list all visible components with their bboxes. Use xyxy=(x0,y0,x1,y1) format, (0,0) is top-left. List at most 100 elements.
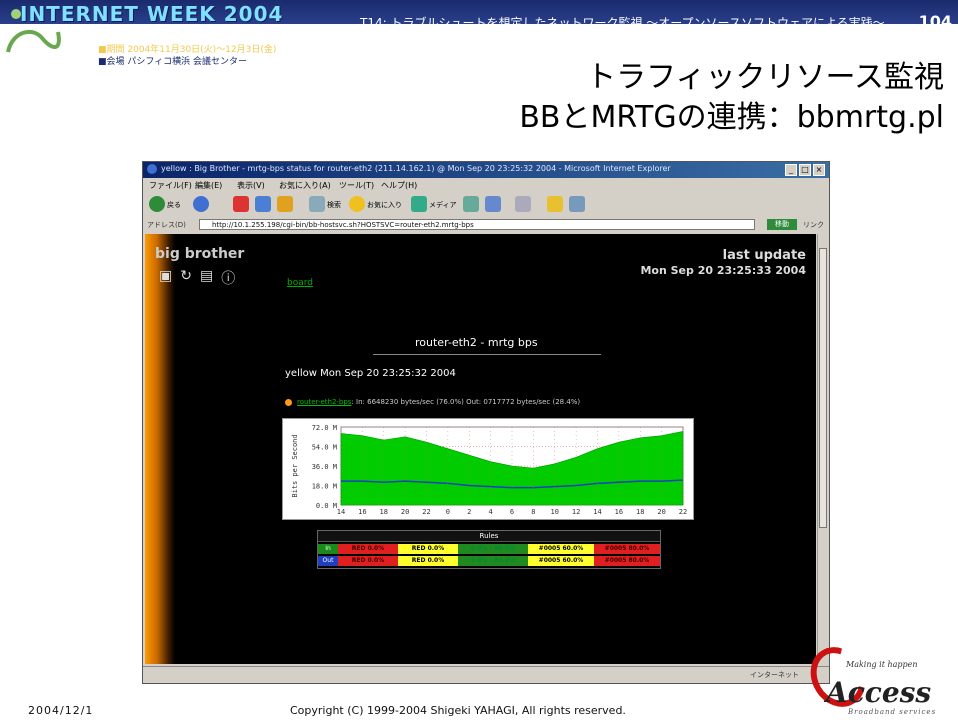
x-tick-label: 0 xyxy=(446,508,450,516)
bb-report-icon[interactable]: ▤ xyxy=(200,268,213,288)
bb-info-icon[interactable]: ⓘ xyxy=(221,268,235,288)
menu-favorites[interactable]: お気に入り(A) xyxy=(279,180,331,191)
window-titlebar[interactable]: yellow : Big Brother - mrtg-bps status f… xyxy=(143,162,829,178)
service-line: router-eth2-bps: In: 6648230 bytes/sec (… xyxy=(297,398,580,406)
rules-cell: RED 0.0% xyxy=(398,556,458,566)
bb-logo: big brother xyxy=(155,246,245,262)
folder-icon[interactable] xyxy=(547,196,563,212)
ie-icon xyxy=(147,164,157,174)
menu-file[interactable]: ファイル(F) xyxy=(149,180,192,191)
bb-gradient-bar xyxy=(145,234,175,664)
minimize-button[interactable]: _ xyxy=(785,164,797,176)
close-button[interactable]: × xyxy=(813,164,825,176)
rules-cell: #0005 60.0% xyxy=(528,556,594,566)
status-line: yellow Mon Sep 20 23:25:32 2004 xyxy=(285,368,456,379)
menu-bar: ファイル(F) 編集(E) 表示(V) お気に入り(A) ツール(T) ヘルプ(… xyxy=(143,178,829,192)
mrtg-graph-svg: 0.0 M18.0 M36.0 M54.0 M72.0 M14 16 18 20 22 0… xyxy=(291,424,687,516)
footer-date: 2004/12/1 xyxy=(28,704,94,717)
go-button[interactable]: 移動 xyxy=(767,219,797,230)
favorites-icon[interactable] xyxy=(349,196,365,212)
bb-home-icon[interactable]: ▣ xyxy=(159,268,172,288)
heading-rule xyxy=(373,354,601,355)
rules-table: Rules In RED 0.0% RED 0.0% 0.0% - 80.0% … xyxy=(317,530,661,569)
status-bar: インターネット xyxy=(143,666,829,683)
event-venue: ■会場 パシフィコ横浜 会議センター xyxy=(98,57,248,67)
browser-window: yellow : Big Brother - mrtg-bps status f… xyxy=(142,161,830,684)
rules-cell: #0005 60.0% xyxy=(528,544,594,554)
x-tick-label: 6 xyxy=(510,508,514,516)
slide-header: INTERNET WEEK 2004 ■期間 2004年11月30日(火)〜12… xyxy=(0,0,958,67)
status-zone: インターネット xyxy=(750,671,799,679)
favorites-label: お気に入り xyxy=(367,201,402,209)
back-button[interactable] xyxy=(149,196,165,212)
rules-row-out: Out RED 0.0% RED 0.0% 0.0% - 80.0% #0005… xyxy=(318,556,660,566)
x-tick-label: 14 xyxy=(593,508,601,516)
media-icon[interactable] xyxy=(411,196,427,212)
brand-name: Access xyxy=(826,676,932,709)
x-tick-label: 18 xyxy=(636,508,644,516)
last-update-label: last update xyxy=(722,248,806,263)
x-tick-label: 16 xyxy=(358,508,366,516)
forward-button[interactable] xyxy=(193,196,209,212)
y-tick-label: 0.0 M xyxy=(316,502,337,510)
y-tick-label: 18.0 M xyxy=(312,483,337,491)
back-label: 戻る xyxy=(167,201,181,209)
slide-title: トラフィックリソース監視 xyxy=(586,60,944,95)
x-tick-label: 8 xyxy=(531,508,535,516)
menu-help[interactable]: ヘルプ(H) xyxy=(381,180,417,191)
toolbar: 戻る 検索 お気に入り メディア xyxy=(143,192,829,218)
x-tick-label: 10 xyxy=(551,508,559,516)
x-tick-label: 20 xyxy=(657,508,665,516)
rules-cell: 0.0% - 80.0% xyxy=(458,544,528,554)
scroll-thumb[interactable] xyxy=(819,248,827,528)
search-label: 検索 xyxy=(327,201,341,209)
board-link[interactable]: board xyxy=(287,278,313,288)
page-number: 104 xyxy=(918,12,952,31)
slide-subtitle: BBとMRTGの連携：bbmrtg.pl xyxy=(519,100,944,135)
print-icon[interactable] xyxy=(515,196,531,212)
bb-nav-icons: ▣ ↻ ▤ ⓘ xyxy=(159,268,235,288)
rules-row-label: Out xyxy=(318,556,338,566)
footer-copyright: Copyright (C) 1999-2004 Shigeki YAHAGI, … xyxy=(290,704,626,717)
x-tick-label: 22 xyxy=(679,508,687,516)
history-icon[interactable] xyxy=(463,196,479,212)
address-bar: アドレス(D) http://10.1.255.198/cgi-bin/bb-h… xyxy=(143,218,829,232)
event-logo: INTERNET WEEK 2004 ■期間 2004年11月30日(火)〜12… xyxy=(2,2,352,67)
session-title: T14: トラブルシュートを想定したネットワーク監視 〜オープンソースソフトウェ… xyxy=(360,16,885,30)
bb-refresh-icon[interactable]: ↻ xyxy=(180,268,192,288)
x-tick-label: 2 xyxy=(467,508,471,516)
last-update-time: Mon Sep 20 23:25:33 2004 xyxy=(640,264,806,277)
page-heading: router-eth2 - mrtg bps xyxy=(415,336,538,349)
mail-icon[interactable] xyxy=(485,196,501,212)
address-input[interactable]: http://10.1.255.198/cgi-bin/bb-hostsvc.s… xyxy=(199,219,755,230)
status-dot-icon xyxy=(285,399,292,406)
service-text: : In: 6648230 bytes/sec (76.0%) Out: 071… xyxy=(351,398,581,406)
refresh-button[interactable] xyxy=(255,196,271,212)
brand-sub: Broadband services xyxy=(848,708,937,716)
menu-tools[interactable]: ツール(T) xyxy=(339,180,374,191)
y-tick-label: 72.0 M xyxy=(312,424,337,432)
rules-cell: #0005 80.0% xyxy=(594,556,660,566)
home-button[interactable] xyxy=(277,196,293,212)
window-controls: _ □ × xyxy=(785,164,825,176)
x-tick-label: 14 xyxy=(337,508,345,516)
vertical-scrollbar[interactable] xyxy=(817,234,828,664)
search-icon[interactable] xyxy=(309,196,325,212)
event-logo-text: INTERNET WEEK 2004 xyxy=(20,2,284,26)
links-button[interactable]: リンク xyxy=(803,220,824,230)
x-tick-label: 20 xyxy=(401,508,409,516)
rules-row-label: In xyxy=(318,544,338,554)
page-viewport: big brother ▣ ↻ ▤ ⓘ board last update Mo… xyxy=(145,234,816,664)
y-tick-label: 54.0 M xyxy=(312,444,337,452)
maximize-button[interactable]: □ xyxy=(799,164,811,176)
menu-edit[interactable]: 編集(E) xyxy=(195,180,222,191)
address-label: アドレス(D) xyxy=(147,221,186,229)
media-label: メディア xyxy=(429,201,457,209)
x-tick-label: 4 xyxy=(489,508,493,516)
menu-view[interactable]: 表示(V) xyxy=(237,180,265,191)
window-title: yellow : Big Brother - mrtg-bps status f… xyxy=(161,164,671,173)
stop-button[interactable] xyxy=(233,196,249,212)
brand-tagline: Making it happen xyxy=(846,660,918,669)
messenger-icon[interactable] xyxy=(569,196,585,212)
service-link[interactable]: router-eth2-bps xyxy=(297,398,351,406)
